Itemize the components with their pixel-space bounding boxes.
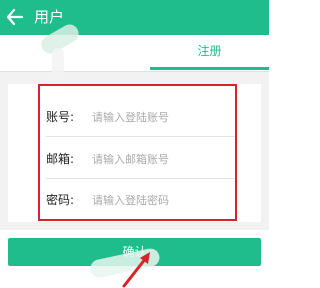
blur-mark: [52, 48, 64, 78]
page-title: 用户: [34, 8, 65, 26]
highlight-box: [38, 84, 237, 221]
tab-register[interactable]: 注册: [150, 35, 269, 71]
arrow-left-icon[interactable]: [6, 7, 24, 27]
tab-bar: 注册: [0, 35, 269, 71]
app-header: 用户: [0, 0, 269, 35]
active-tab-indicator: [150, 67, 269, 70]
red-arrow-pointer-icon: [122, 252, 150, 288]
